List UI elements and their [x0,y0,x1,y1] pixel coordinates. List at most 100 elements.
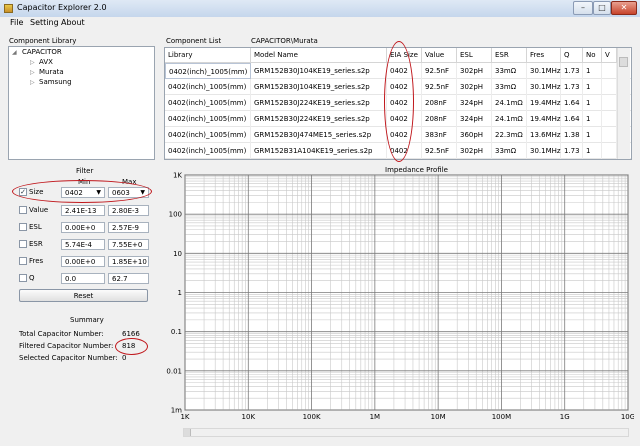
expand-arrow-icon[interactable]: ▷ [30,69,35,76]
minimize-button[interactable]: – [573,1,593,15]
table-cell[interactable]: 0402(inch)_1005(mm) [165,127,251,143]
table-cell[interactable]: 92.5nF [422,79,457,95]
table-cell[interactable]: 0402(inch)_1005(mm) [165,79,251,95]
table-cell[interactable]: 92.5nF [422,63,457,79]
library-tree[interactable]: ◢ CAPACITOR ▷ AVX ▷ Murata ▷ Samsung [8,46,155,160]
table-cell[interactable]: 302pH [457,143,492,159]
tree-item-murata[interactable]: Murata [39,68,64,76]
table-cell[interactable]: GRM152B30J224KE19_series.s2p [251,111,387,127]
table-cell[interactable] [602,143,617,159]
table-cell[interactable]: 1.64 [561,95,583,111]
table-cell[interactable]: 1.73 [561,63,583,79]
column-header[interactable]: Model Name [251,48,387,63]
expand-arrow-icon[interactable]: ▷ [30,59,35,66]
table-cell[interactable]: GRM152B30J474ME15_series.s2p [251,127,387,143]
table-cell[interactable]: 324pH [457,111,492,127]
menu-about[interactable]: About [61,18,85,27]
table-cell[interactable]: 0402(inch)_1005(mm) [165,111,251,127]
table-cell[interactable] [602,95,617,111]
maximize-button[interactable]: □ [593,1,611,15]
table-cell[interactable]: 1 [583,95,602,111]
fres-min-input[interactable]: 0.00E+0 [61,256,105,267]
table-cell[interactable]: 1 [583,63,602,79]
column-header[interactable]: ESR [492,48,527,63]
fres-max-input[interactable]: 1.85E+10 [108,256,149,267]
table-cell[interactable]: 33mΩ [492,143,527,159]
tree-item-capacitor[interactable]: CAPACITOR [22,48,62,56]
collapse-arrow-icon[interactable]: ◢ [12,49,17,56]
reset-button[interactable]: Reset [19,289,148,302]
table-cell[interactable]: 208nF [422,111,457,127]
table-cell[interactable]: GRM152B31A104KE19_series.s2p [251,143,387,159]
table-cell[interactable]: 24.1mΩ [492,95,527,111]
esr-checkbox[interactable] [19,240,27,248]
q-max-input[interactable]: 62.7 [108,273,149,284]
column-header[interactable]: Library [165,48,251,63]
column-header[interactable]: Fres [527,48,561,63]
table-cell[interactable]: 13.6MHz [527,127,561,143]
table-cell[interactable]: GRM152B30J104KE19_series.s2p [251,63,387,79]
table-cell[interactable]: 302pH [457,79,492,95]
table-cell[interactable]: 19.4MHz [527,95,561,111]
table-cell[interactable]: 1 [583,111,602,127]
table-cell[interactable]: 0402(inch)_1005(mm) [165,143,251,159]
value-min-input[interactable]: 2.41E-13 [61,205,105,216]
fres-checkbox[interactable] [19,257,27,265]
table-cell[interactable]: GRM152B30J104KE19_series.s2p [251,79,387,95]
menu-setting[interactable]: Setting [30,18,59,27]
expand-arrow-icon[interactable]: ▷ [30,79,35,86]
table-cell[interactable]: 302pH [457,63,492,79]
table-cell[interactable]: 30.1MHz [527,143,561,159]
table-cell[interactable]: 324pH [457,95,492,111]
scroll-thumb[interactable] [619,57,628,67]
table-cell[interactable] [602,127,617,143]
table-cell[interactable]: 1.38 [561,127,583,143]
table-cell[interactable]: 1 [583,79,602,95]
column-header[interactable]: ESL [457,48,492,63]
table-cell[interactable]: 208nF [422,95,457,111]
table-cell[interactable]: 30.1MHz [527,63,561,79]
table-cell[interactable]: 30.1MHz [527,79,561,95]
esl-min-input[interactable]: 0.00E+0 [61,222,105,233]
scroll-thumb[interactable] [184,429,191,436]
q-min-input[interactable]: 0.0 [61,273,105,284]
table-cell[interactable]: 24.1mΩ [492,111,527,127]
column-header[interactable]: No [583,48,602,63]
esl-max-input[interactable]: 2.57E-9 [108,222,149,233]
close-button[interactable]: ✕ [611,1,637,15]
value-checkbox[interactable] [19,206,27,214]
column-header[interactable]: Q [561,48,583,63]
table-vertical-scrollbar[interactable] [617,48,630,159]
table-cell[interactable]: 33mΩ [492,63,527,79]
table-cell[interactable]: 19.4MHz [527,111,561,127]
esr-min-input[interactable]: 5.74E-4 [61,239,105,250]
table-cell[interactable]: 92.5nF [422,143,457,159]
column-header[interactable]: V [602,48,617,63]
table-cell[interactable]: 0402(inch)_1005(mm) [165,63,251,79]
column-header[interactable]: Value [422,48,457,63]
table-cell[interactable] [602,63,617,79]
esl-checkbox[interactable] [19,223,27,231]
table-cell[interactable]: GRM152B30J224KE19_series.s2p [251,95,387,111]
cell-text: 360pH [460,131,484,139]
table-cell[interactable]: 33mΩ [492,79,527,95]
tree-item-samsung[interactable]: Samsung [39,78,72,86]
tree-item-avx[interactable]: AVX [39,58,53,66]
table-cell[interactable] [602,111,617,127]
table-cell[interactable] [602,79,617,95]
table-cell[interactable]: 22.3mΩ [492,127,527,143]
value-max-input[interactable]: 2.80E-3 [108,205,149,216]
table-cell[interactable]: 1.73 [561,79,583,95]
table-cell[interactable]: 1 [583,143,602,159]
table-cell[interactable]: 0402(inch)_1005(mm) [165,95,251,111]
q-checkbox[interactable] [19,274,27,282]
menu-file[interactable]: File [10,18,23,27]
cell-text: 1.64 [564,115,580,123]
table-cell[interactable]: 360pH [457,127,492,143]
chart-horizontal-scrollbar[interactable] [183,428,629,437]
table-cell[interactable]: 383nF [422,127,457,143]
table-cell[interactable]: 1.73 [561,143,583,159]
table-cell[interactable]: 1 [583,127,602,143]
esr-max-input[interactable]: 7.55E+0 [108,239,149,250]
table-cell[interactable]: 1.64 [561,111,583,127]
